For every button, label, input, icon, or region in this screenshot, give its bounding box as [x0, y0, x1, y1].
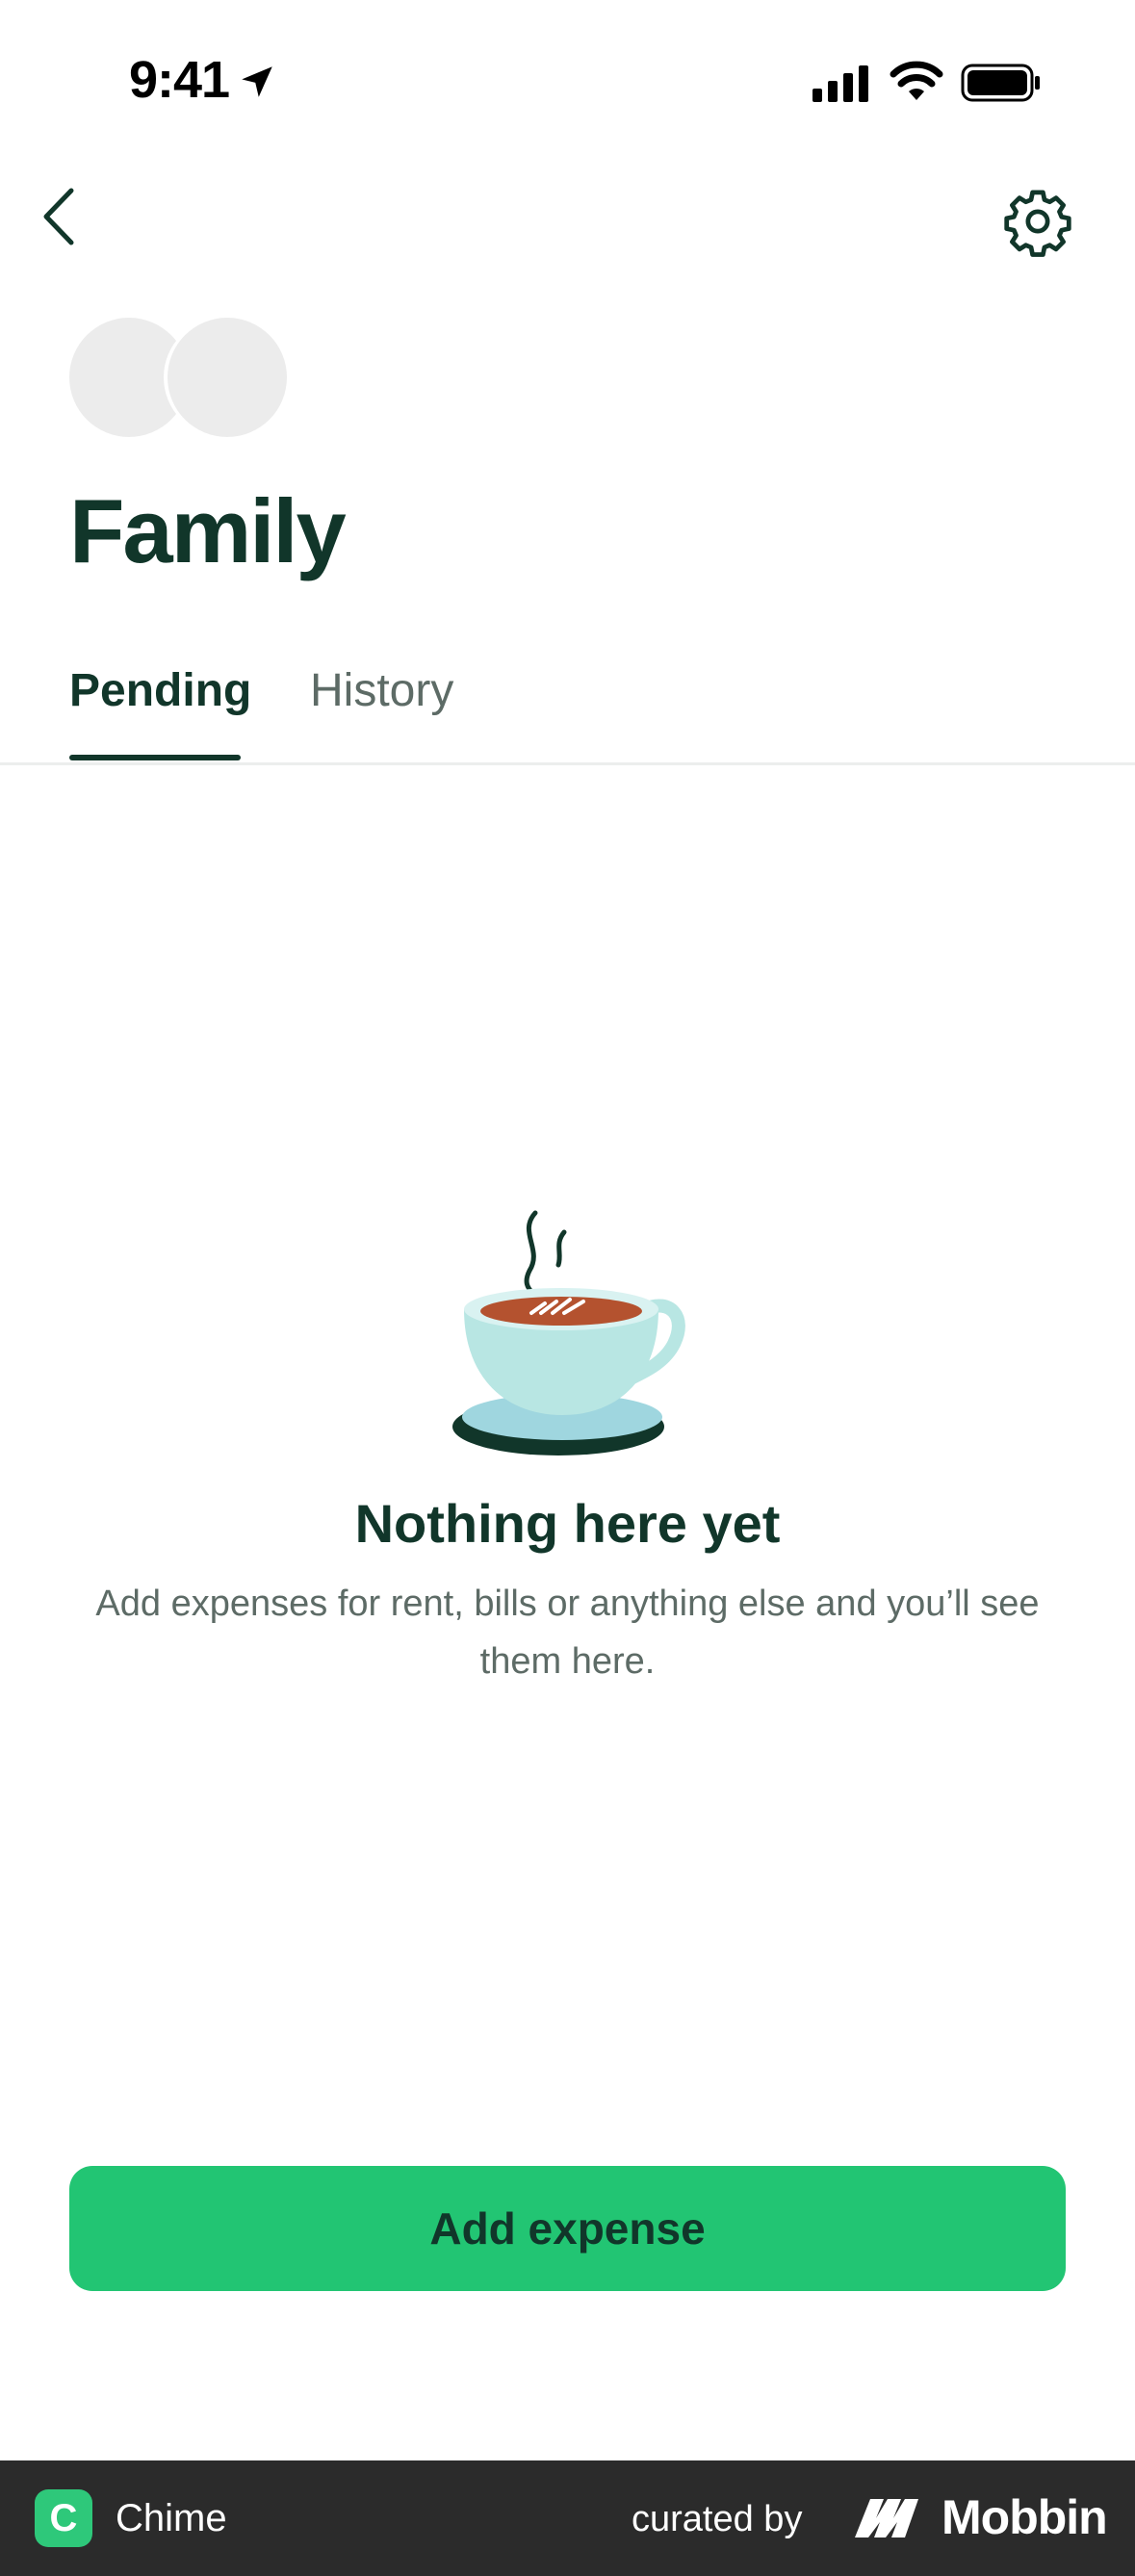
- footer-bar: C Chime curated by Mobbin: [0, 2460, 1135, 2576]
- mobbin-logo-icon: [855, 2499, 918, 2537]
- gear-icon: [1004, 190, 1071, 257]
- status-time: 9:41: [129, 51, 230, 109]
- location-arrow-icon: [242, 66, 272, 97]
- page-title: Family: [69, 480, 347, 581]
- app-name: Chime: [116, 2497, 227, 2539]
- battery-icon: [961, 64, 1040, 102]
- app-logo-icon: C: [35, 2489, 92, 2547]
- curated-by-label: curated by: [632, 2499, 803, 2539]
- tab-history[interactable]: History: [310, 664, 453, 717]
- tab-bar: Pending History: [0, 655, 1135, 765]
- status-bar: 9:41: [0, 0, 1135, 168]
- settings-button[interactable]: [1001, 185, 1074, 258]
- active-tab-indicator: [69, 755, 241, 760]
- empty-state-description: Add expenses for rent, bills or anything…: [95, 1584, 1040, 1682]
- back-button[interactable]: [35, 183, 89, 250]
- member-avatar: [168, 318, 287, 437]
- coffee-cup-illustration: [452, 1210, 685, 1455]
- wifi-icon: [890, 61, 943, 100]
- empty-state-title: Nothing here yet: [354, 1493, 781, 1554]
- add-expense-button[interactable]: Add expense: [69, 2166, 1066, 2291]
- mobbin-brand: Mobbin: [942, 2490, 1108, 2544]
- cellular-signal-icon: [813, 65, 868, 102]
- chevron-left-icon: [43, 188, 74, 245]
- tab-pending[interactable]: Pending: [69, 664, 251, 717]
